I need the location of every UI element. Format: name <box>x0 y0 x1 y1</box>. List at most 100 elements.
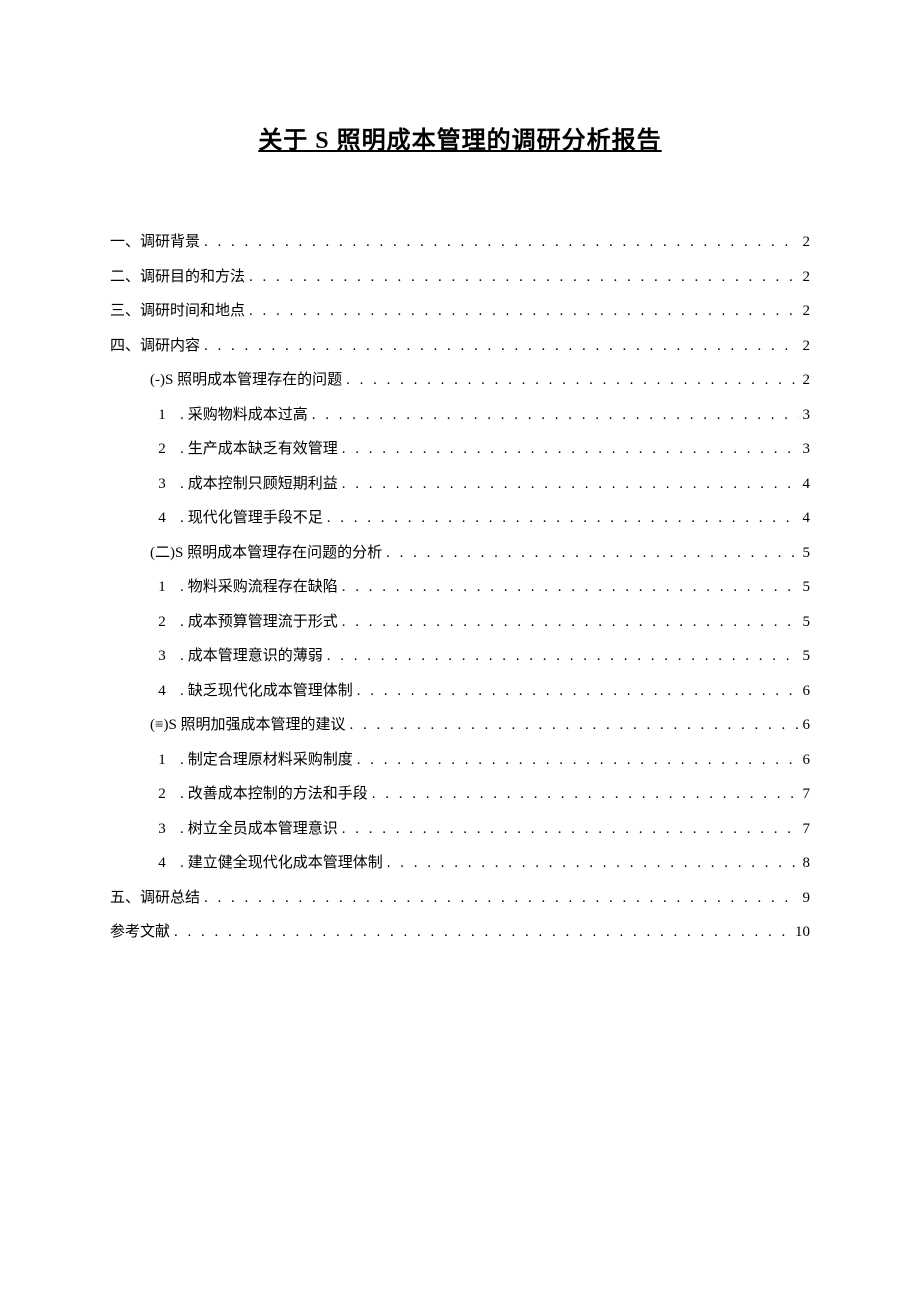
toc-text: 生产成本缺乏有效管理 <box>188 441 338 457</box>
toc-entry: 一、调研背景 2 <box>110 225 810 260</box>
toc-label: 4.现代化管理手段不足 <box>150 501 323 536</box>
toc-text: 制定合理原材料采购制度 <box>188 752 353 768</box>
toc-page-number: 5 <box>803 605 811 640</box>
toc-number: 3 <box>150 467 174 502</box>
toc-separator: . <box>180 614 184 630</box>
toc-separator: . <box>180 476 184 492</box>
toc-page-number: 4 <box>803 501 811 536</box>
toc-page-number: 2 <box>803 363 811 398</box>
toc-separator: . <box>180 683 184 699</box>
toc-number: 1 <box>150 743 174 778</box>
toc-number: 1 <box>150 398 174 433</box>
toc-entry: 1.制定合理原材料采购制度 6 <box>110 743 810 778</box>
toc-label: 1.制定合理原材料采购制度 <box>150 743 353 778</box>
toc-label: 2.改善成本控制的方法和手段 <box>150 777 368 812</box>
toc-entry: (-)S 照明成本管理存在的问题 2 <box>110 363 810 398</box>
toc-separator: . <box>180 510 184 526</box>
toc-entry: 2.生产成本缺乏有效管理 3 <box>110 432 810 467</box>
toc-label: 3.成本控制只顾短期利益 <box>150 467 338 502</box>
toc-separator: . <box>180 648 184 664</box>
toc-entry: 4.现代化管理手段不足4 <box>110 501 810 536</box>
toc-entry: 4.建立健全现代化成本管理体制8 <box>110 846 810 881</box>
toc-leader-dots <box>342 570 799 605</box>
toc-leader-dots <box>386 536 798 571</box>
toc-label: (≡)S 照明加强成本管理的建议 <box>150 708 346 743</box>
toc-label: 4.建立健全现代化成本管理体制 <box>150 846 383 881</box>
toc-label: 二、调研目的和方法 <box>110 260 245 295</box>
toc-page-number: 2 <box>803 260 811 295</box>
toc-entry: 2.成本预算管理流于形式5 <box>110 605 810 640</box>
toc-entry: 2.改善成本控制的方法和手段7 <box>110 777 810 812</box>
document-page: 关于 S 照明成本管理的调研分析报告 一、调研背景2二、调研目的和方法2三、调研… <box>0 0 920 950</box>
toc-text: 改善成本控制的方法和手段 <box>188 786 368 802</box>
toc-page-number: 5 <box>803 536 811 571</box>
toc-entry: (≡)S 照明加强成本管理的建议 6 <box>110 708 810 743</box>
toc-text: 成本管理意识的薄弱 <box>188 648 323 664</box>
toc-leader-dots <box>346 363 798 398</box>
toc-label: 3.树立全员成本管理意识 <box>150 812 338 847</box>
toc-label: 3.成本管理意识的薄弱 <box>150 639 323 674</box>
toc-label: 四、调研内容 <box>110 329 200 364</box>
toc-leader-dots <box>350 708 799 743</box>
toc-page-number: 10 <box>795 915 810 950</box>
toc-leader-dots <box>342 605 799 640</box>
toc-leader-dots <box>387 846 799 881</box>
toc-number: 3 <box>150 812 174 847</box>
toc-leader-dots <box>204 329 798 364</box>
toc-leader-dots <box>342 467 799 502</box>
toc-separator: . <box>180 441 184 457</box>
toc-text: 缺乏现代化成本管理体制 <box>188 683 353 699</box>
toc-number: 3 <box>150 639 174 674</box>
toc-page-number: 9 <box>803 881 811 916</box>
toc-number: 2 <box>150 605 174 640</box>
toc-number: 2 <box>150 777 174 812</box>
toc-page-number: 2 <box>803 225 811 260</box>
toc-page-number: 5 <box>803 570 811 605</box>
toc-label: 参考文献 <box>110 915 170 950</box>
toc-entry: 四、调研内容 2 <box>110 329 810 364</box>
toc-label: 2.生产成本缺乏有效管理 <box>150 432 338 467</box>
toc-page-number: 6 <box>803 708 811 743</box>
toc-number: 4 <box>150 846 174 881</box>
toc-separator: . <box>180 752 184 768</box>
toc-text: 采购物料成本过高 <box>188 407 308 423</box>
toc-page-number: 3 <box>803 432 811 467</box>
toc-entry: 参考文献 10 <box>110 915 810 950</box>
toc-entry: 三、调研时间和地点 2 <box>110 294 810 329</box>
toc-leader-dots <box>312 398 799 433</box>
toc-page-number: 2 <box>803 294 811 329</box>
toc-page-number: 6 <box>803 674 811 709</box>
toc-leader-dots <box>204 881 798 916</box>
toc-leader-dots <box>327 639 799 674</box>
toc-leader-dots <box>357 743 799 778</box>
toc-entry: (二)S 照明成本管理存在问题的分析5 <box>110 536 810 571</box>
toc-page-number: 2 <box>803 329 811 364</box>
toc-leader-dots <box>249 294 798 329</box>
toc-text: 树立全员成本管理意识 <box>188 821 338 837</box>
toc-text: 物料采购流程存在缺陷 <box>188 579 338 595</box>
toc-text: 成本控制只顾短期利益 <box>188 476 338 492</box>
toc-label: 三、调研时间和地点 <box>110 294 245 329</box>
toc-separator: . <box>180 407 184 423</box>
toc-separator: . <box>180 579 184 595</box>
toc-separator: . <box>180 855 184 871</box>
toc-leader-dots <box>174 915 791 950</box>
toc-page-number: 5 <box>803 639 811 674</box>
toc-leader-dots <box>342 432 799 467</box>
toc-entry: 1.采购物料成本过高3 <box>110 398 810 433</box>
toc-page-number: 7 <box>803 812 811 847</box>
toc-entry: 1.物料采购流程存在缺陷5 <box>110 570 810 605</box>
toc-leader-dots <box>204 225 798 260</box>
toc-entry: 二、调研目的和方法 2 <box>110 260 810 295</box>
toc-leader-dots <box>249 260 798 295</box>
toc-number: 4 <box>150 501 174 536</box>
toc-label: (-)S 照明成本管理存在的问题 <box>150 363 342 398</box>
toc-leader-dots <box>372 777 799 812</box>
toc-label: 五、调研总结 <box>110 881 200 916</box>
toc-entry: 4.缺乏现代化成本管理体制6 <box>110 674 810 709</box>
toc-label: 一、调研背景 <box>110 225 200 260</box>
toc-page-number: 6 <box>803 743 811 778</box>
toc-leader-dots <box>357 674 799 709</box>
toc-leader-dots <box>342 812 799 847</box>
toc-number: 2 <box>150 432 174 467</box>
